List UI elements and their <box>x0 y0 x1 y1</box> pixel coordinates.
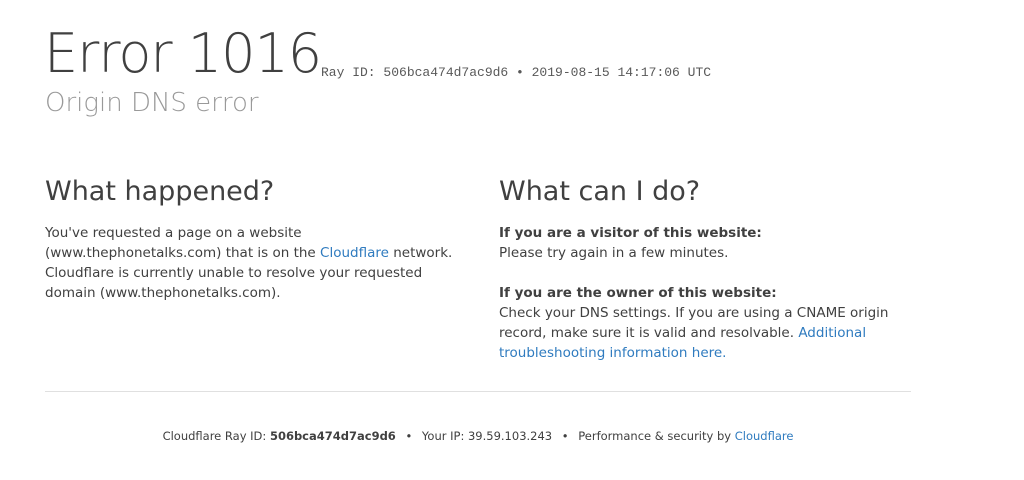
footer: Cloudflare Ray ID: 506bca474d7ac9d6 • Yo… <box>0 429 956 443</box>
owner-label: If you are the owner of this website: <box>499 285 777 301</box>
text: You've requested a page on a website (ww… <box>45 225 321 261</box>
divider <box>45 391 911 392</box>
error-title: Error 1016 <box>44 22 322 85</box>
footer-ip: Your IP: 39.59.103.243 <box>421 429 553 443</box>
what-happened-text: You've requested a page on a website (ww… <box>45 223 460 303</box>
ray-id-timestamp: Ray ID: 506bca474d7ac9d6 • 2019-08-15 14… <box>321 65 712 80</box>
footer-ray-id: 506bca474d7ac9d6 <box>269 429 396 443</box>
error-subtitle: Origin DNS error <box>45 88 259 118</box>
footer-cloudflare-link[interactable]: Cloudflare <box>735 429 794 443</box>
separator: • <box>561 429 569 443</box>
visitor-text: Please try again in a few minutes. <box>499 245 729 261</box>
cloudflare-link[interactable]: Cloudflare <box>320 245 389 261</box>
footer-perf-label: Performance & security by <box>578 429 735 443</box>
owner-text: Check your DNS settings. If you are usin… <box>499 303 914 363</box>
what-happened-heading: What happened? <box>45 176 275 207</box>
what-can-i-do-section: What can I do? If you are a visitor of t… <box>499 176 914 363</box>
what-happened-section: What happened? You've requested a page o… <box>45 176 460 303</box>
footer-ray-label: Cloudflare Ray ID: <box>162 429 270 443</box>
visitor-label: If you are a visitor of this website: <box>499 225 762 241</box>
separator: • <box>405 429 413 443</box>
what-can-i-do-heading: What can I do? <box>499 176 701 207</box>
